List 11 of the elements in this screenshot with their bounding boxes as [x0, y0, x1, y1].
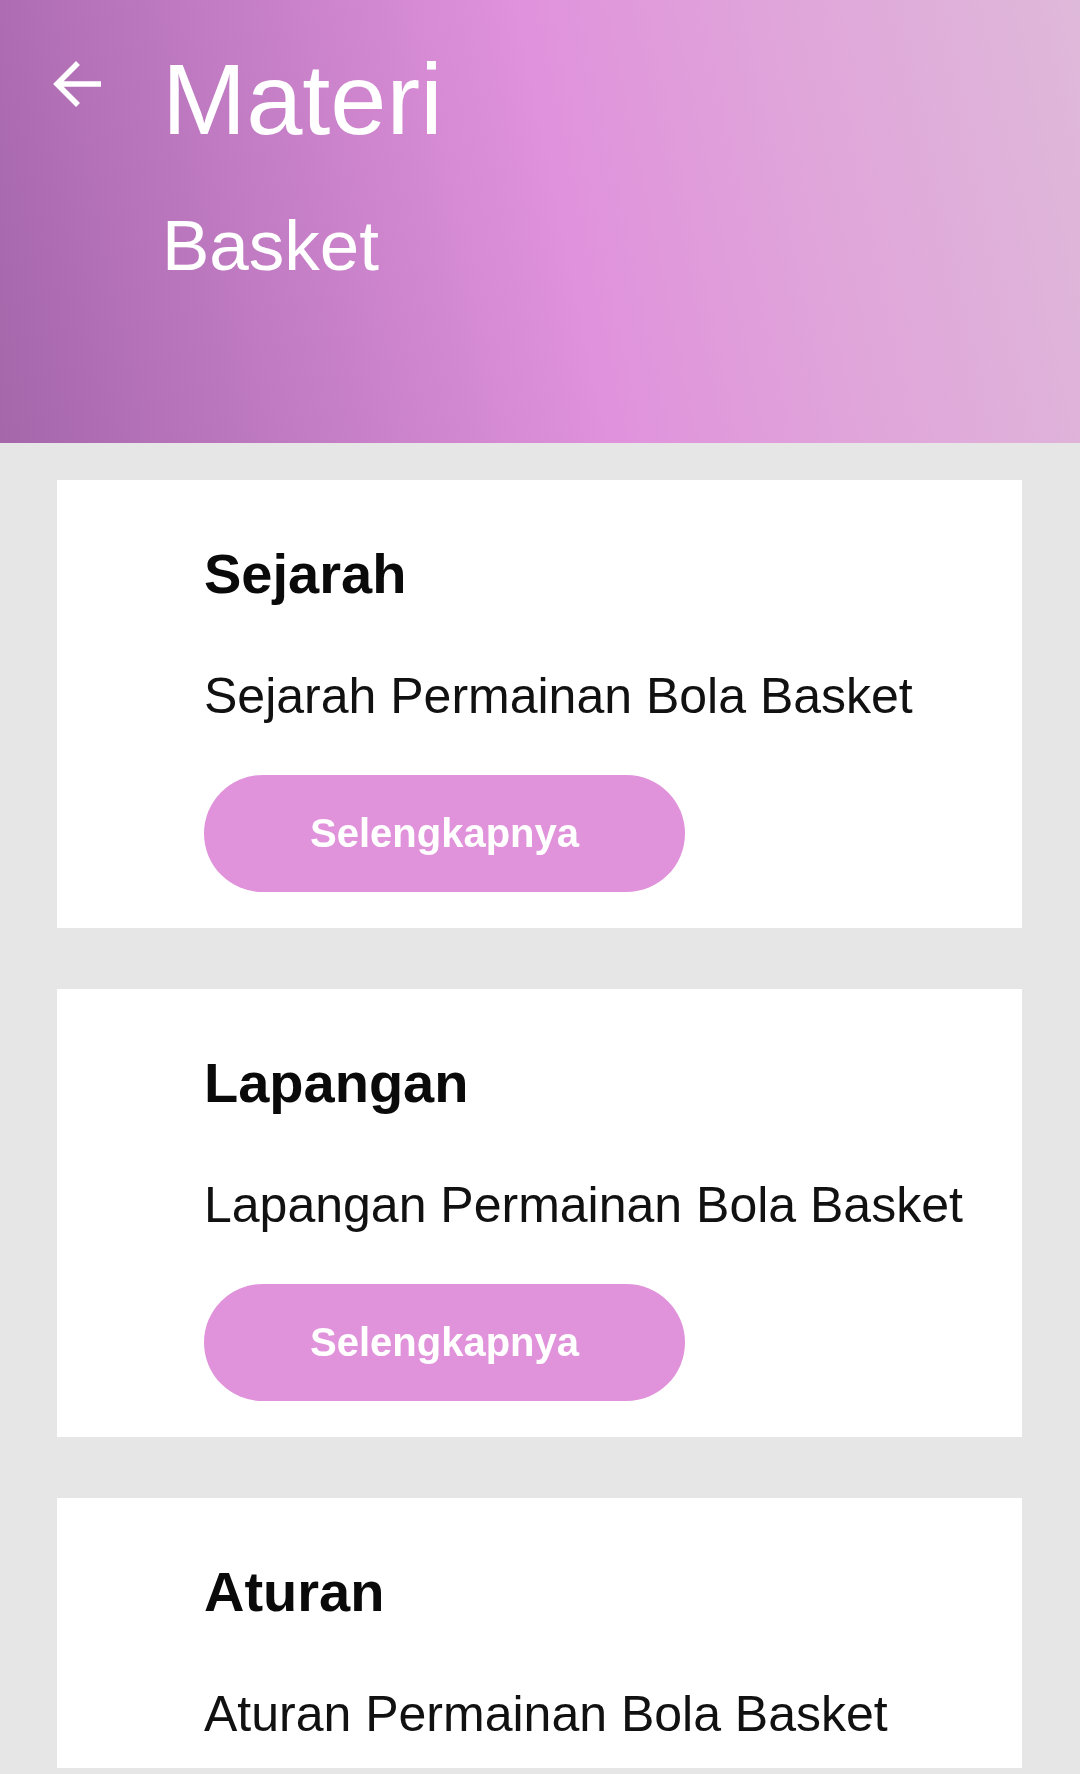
back-icon[interactable]: [53, 60, 103, 108]
card-title: Aturan: [204, 1559, 385, 1625]
more-button[interactable]: Selengkapnya: [204, 1284, 685, 1401]
card-description: Sejarah Permainan Bola Basket: [204, 667, 913, 726]
card-description: Lapangan Permainan Bola Basket: [204, 1176, 963, 1235]
card-description: Aturan Permainan Bola Basket: [204, 1685, 888, 1744]
screen-subtitle: Basket: [162, 206, 381, 286]
more-button[interactable]: Selengkapnya: [204, 775, 685, 892]
card-title: Lapangan: [204, 1050, 469, 1116]
card-title: Sejarah: [204, 541, 407, 607]
screen-title: Materi: [162, 47, 443, 151]
